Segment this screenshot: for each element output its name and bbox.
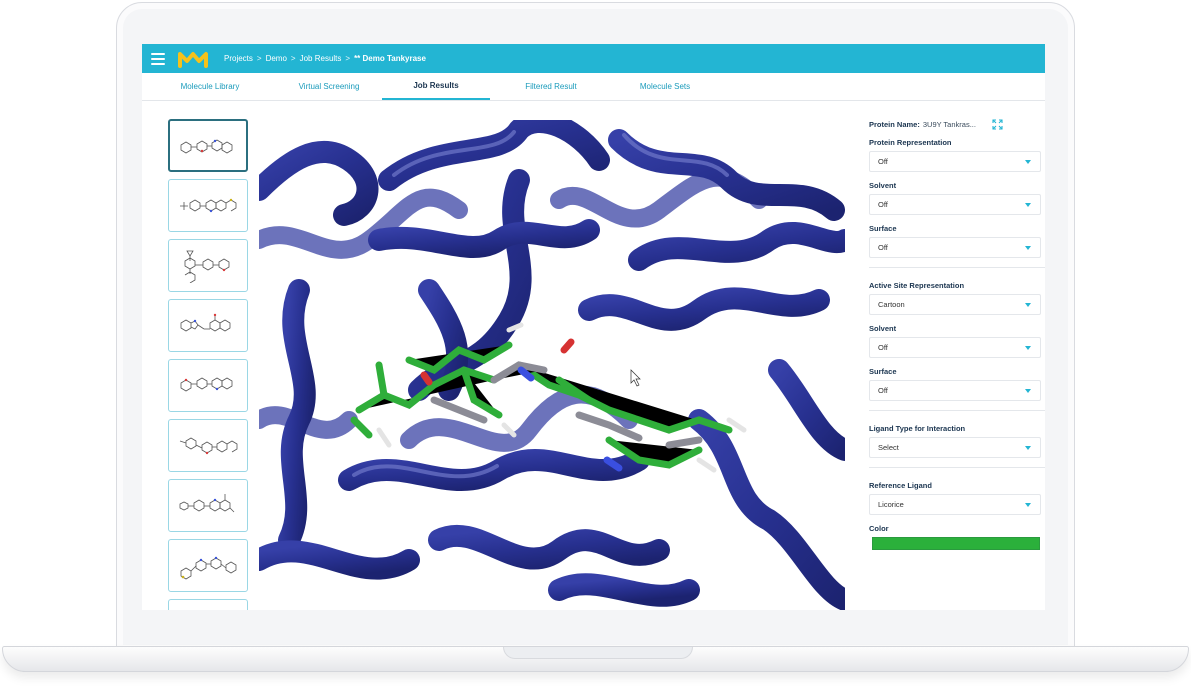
tab-bar: Molecule Library Virtual Screening Job R… <box>142 73 1045 101</box>
caret-down-icon <box>1025 245 1031 250</box>
select-value: Cartoon <box>878 300 905 309</box>
select-value: Off <box>878 243 888 252</box>
m-logo-icon[interactable] <box>178 50 208 68</box>
section-divider <box>869 410 1045 411</box>
color-swatch[interactable] <box>872 537 1040 550</box>
select-value: Licorice <box>878 500 904 509</box>
caret-down-icon <box>1025 202 1031 207</box>
active-site-solvent-select[interactable]: Off <box>869 337 1041 358</box>
section-divider <box>869 467 1045 468</box>
color-label: Color <box>869 524 889 533</box>
caret-down-icon <box>1025 388 1031 393</box>
breadcrumb-separator: > <box>290 54 296 63</box>
select-value: Select <box>878 443 899 452</box>
molecule-thumbnail[interactable] <box>168 599 248 610</box>
molecule-thumbnail-list[interactable] <box>168 119 250 610</box>
molecule-structure-icon <box>180 313 231 331</box>
protein-ribbon-render <box>259 120 845 610</box>
caret-down-icon <box>1025 445 1031 450</box>
tab-molecule-library[interactable]: Molecule Library <box>144 73 276 100</box>
protein-representation-select[interactable]: Off <box>869 151 1041 172</box>
caret-down-icon <box>1025 502 1031 507</box>
molecule-thumbnail[interactable] <box>168 479 248 532</box>
protein-surface-label: Surface <box>869 224 897 233</box>
protein-surface-select[interactable]: Off <box>869 237 1041 258</box>
protein-name-value: 3U9Y Tankras... <box>922 120 976 129</box>
laptop-base <box>2 646 1189 672</box>
caret-down-icon <box>1025 345 1031 350</box>
app-screen: Projects > Demo > Job Results > ** Demo … <box>142 44 1045 610</box>
tab-job-results[interactable]: Job Results <box>382 73 490 100</box>
settings-panel: Protein Name: 3U9Y Tankras... Protein Re… <box>869 119 1045 610</box>
select-value: Off <box>878 386 888 395</box>
hamburger-icon[interactable] <box>151 52 165 65</box>
laptop-notch <box>503 647 693 659</box>
protein-name-label: Protein Name: <box>869 120 920 129</box>
select-value: Off <box>878 200 888 209</box>
molecule-structure-icon <box>184 250 230 283</box>
molecule-3d-viewer[interactable] <box>259 120 845 610</box>
molecule-thumbnail[interactable] <box>168 239 248 292</box>
breadcrumb-current: ** Demo Tankyrase <box>354 54 426 63</box>
tab-molecule-sets[interactable]: Molecule Sets <box>612 73 718 100</box>
breadcrumb-demo[interactable]: Demo <box>266 54 287 63</box>
molecule-structure-icon <box>179 437 238 454</box>
molecule-structure-icon <box>180 198 237 212</box>
molecule-thumbnail[interactable] <box>168 539 248 592</box>
active-site-representation-label: Active Site Representation <box>869 281 965 290</box>
caret-down-icon <box>1025 302 1031 307</box>
active-site-representation-select[interactable]: Cartoon <box>869 294 1041 315</box>
active-site-surface-select[interactable]: Off <box>869 380 1041 401</box>
molecule-thumbnail[interactable] <box>168 299 248 352</box>
expand-icon[interactable] <box>992 119 1003 130</box>
tab-virtual-screening[interactable]: Virtual Screening <box>276 73 382 100</box>
molecule-structure-icon <box>179 493 235 512</box>
molecule-structure-icon <box>180 377 233 391</box>
molecule-thumbnail[interactable] <box>168 419 248 472</box>
ligand-type-label: Ligand Type for Interaction <box>869 424 966 433</box>
breadcrumb: Projects > Demo > Job Results > ** Demo … <box>224 54 426 63</box>
select-value: Off <box>878 157 888 166</box>
protein-solvent-label: Solvent <box>869 181 897 190</box>
molecule-thumbnail[interactable] <box>168 179 248 232</box>
protein-solvent-select[interactable]: Off <box>869 194 1041 215</box>
breadcrumb-separator: > <box>256 54 262 63</box>
reference-ligand-select[interactable]: Licorice <box>869 494 1041 515</box>
active-site-solvent-label: Solvent <box>869 324 897 333</box>
laptop-frame: Projects > Demo > Job Results > ** Demo … <box>0 0 1191 690</box>
breadcrumb-projects[interactable]: Projects <box>224 54 253 63</box>
molecule-structure-icon <box>180 556 237 579</box>
protein-representation-label: Protein Representation <box>869 138 952 147</box>
tab-filtered-result[interactable]: Filtered Result <box>490 73 612 100</box>
breadcrumb-separator: > <box>345 54 351 63</box>
molecule-structure-icon <box>180 139 233 153</box>
molecule-thumbnail[interactable] <box>168 359 248 412</box>
top-bar: Projects > Demo > Job Results > ** Demo … <box>142 44 1045 73</box>
breadcrumb-job-results[interactable]: Job Results <box>300 54 342 63</box>
molecule-thumbnail[interactable] <box>168 119 248 172</box>
main-content: Protein Name: 3U9Y Tankras... Protein Re… <box>142 101 1045 610</box>
active-site-surface-label: Surface <box>869 367 897 376</box>
section-divider <box>869 267 1045 268</box>
reference-ligand-label: Reference Ligand <box>869 481 932 490</box>
caret-down-icon <box>1025 159 1031 164</box>
protein-name-row: Protein Name: 3U9Y Tankras... <box>869 119 1045 130</box>
ligand-type-select[interactable]: Select <box>869 437 1041 458</box>
mouse-cursor-icon <box>630 369 641 387</box>
select-value: Off <box>878 343 888 352</box>
